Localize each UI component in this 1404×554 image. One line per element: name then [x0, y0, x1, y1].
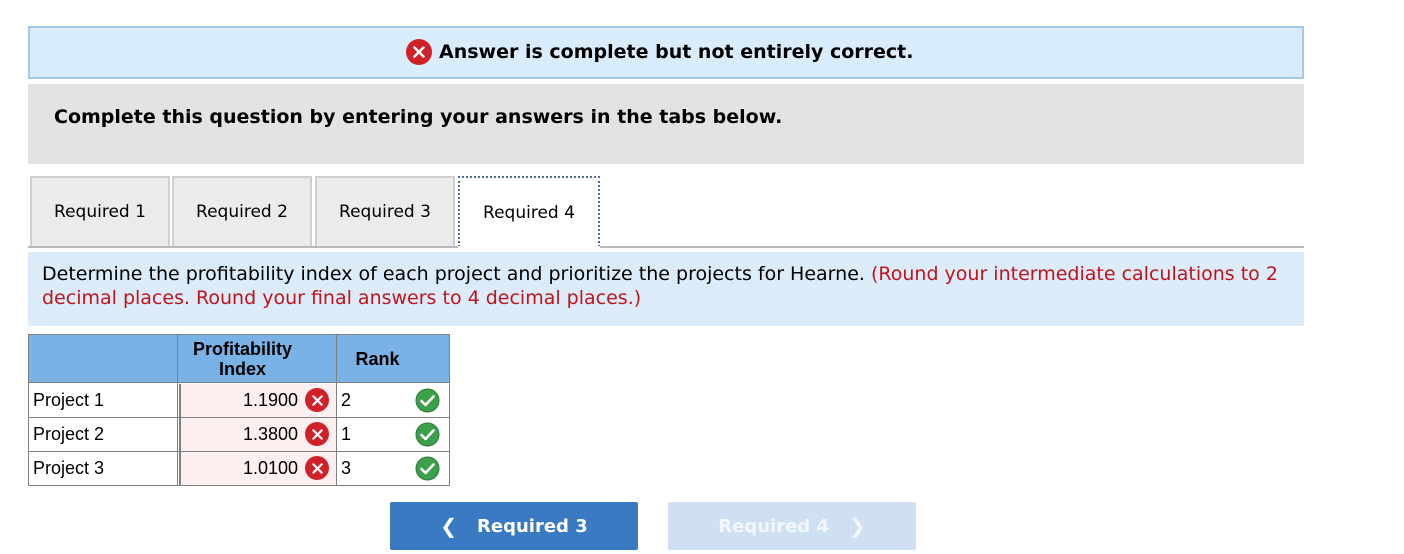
tab-label: Required 3: [339, 202, 431, 222]
previous-required-button[interactable]: ❮ Required 3: [390, 502, 638, 550]
row-label: Project 2: [33, 424, 105, 444]
instruction-text: Complete this question by entering your …: [54, 106, 783, 128]
tab-required-1[interactable]: Required 1: [30, 176, 170, 246]
row-label: Project 1: [33, 390, 105, 410]
profitability-index-input[interactable]: 1.0100: [179, 452, 336, 485]
incorrect-x-icon: [305, 388, 329, 412]
active-tab-gap: [458, 246, 600, 248]
x-circle-icon: [406, 39, 432, 65]
feedback-message: Answer is complete but not entirely corr…: [406, 39, 913, 65]
rank-input[interactable]: 2: [341, 390, 351, 411]
header-profitability-index: Profitability Index: [192, 339, 292, 379]
correct-check-icon: [415, 388, 440, 417]
tab-label: Required 1: [54, 202, 146, 222]
header-blank: [29, 335, 179, 383]
table-row: Project 1 1.1900 2: [29, 384, 449, 418]
pi-value: 1.0100: [242, 458, 298, 478]
table-row: Project 3 1.0100 3: [29, 452, 449, 486]
tab-required-3[interactable]: Required 3: [315, 176, 455, 246]
tab-label: Required 4: [483, 202, 575, 223]
rank-input[interactable]: 3: [341, 458, 351, 479]
incorrect-x-icon: [305, 456, 329, 480]
correct-check-icon: [415, 422, 440, 451]
column-divider: [177, 335, 178, 485]
table-header-row: Profitability Index Rank: [29, 335, 449, 383]
chevron-right-icon: ❯: [848, 514, 866, 538]
profitability-index-input[interactable]: 1.3800: [179, 418, 336, 451]
tab-required-4[interactable]: Required 4: [458, 176, 600, 247]
rank-input[interactable]: 1: [341, 424, 351, 445]
chevron-left-icon: ❮: [440, 514, 458, 538]
table-row: Project 2 1.3800 1: [29, 418, 449, 452]
profitability-index-input[interactable]: 1.1900: [179, 384, 336, 417]
feedback-text: Answer is complete but not entirely corr…: [439, 41, 914, 63]
tab-divider: [28, 246, 1304, 248]
next-button-label: Required 4: [718, 515, 829, 537]
header-rank: Rank: [355, 349, 400, 369]
next-required-button[interactable]: Required 4 ❯: [668, 502, 916, 550]
feedback-banner: Answer is complete but not entirely corr…: [28, 26, 1304, 79]
question-prompt: Determine the profitability index of eac…: [28, 252, 1304, 326]
tab-required-2[interactable]: Required 2: [172, 176, 312, 246]
answer-table: Profitability Index Rank Project 1 1.190…: [28, 334, 450, 486]
instruction-bar: Complete this question by entering your …: [28, 84, 1304, 164]
previous-button-label: Required 3: [477, 515, 588, 537]
tab-label: Required 2: [196, 202, 288, 222]
pi-value: 1.3800: [242, 424, 298, 444]
row-label: Project 3: [33, 458, 105, 478]
column-divider: [336, 335, 337, 485]
incorrect-x-icon: [305, 422, 329, 446]
correct-check-icon: [415, 456, 440, 485]
prompt-main: Determine the profitability index of eac…: [42, 263, 865, 285]
pi-value: 1.1900: [242, 390, 298, 410]
